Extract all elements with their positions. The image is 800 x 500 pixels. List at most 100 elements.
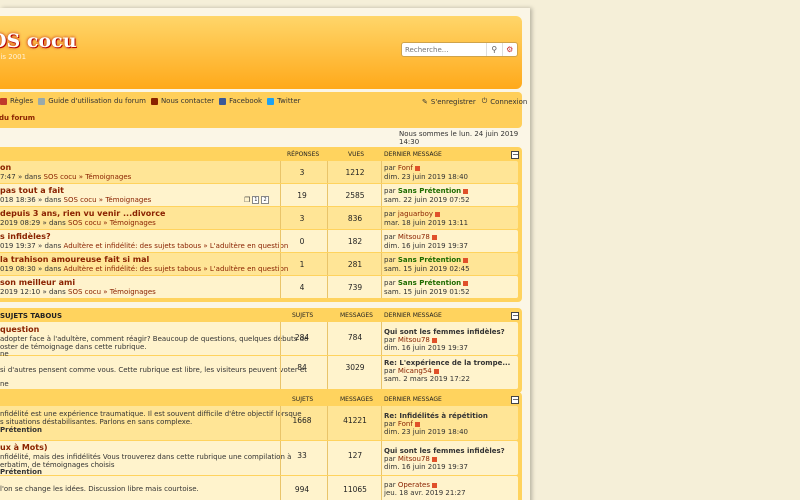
page-link[interactable]: 2: [261, 196, 269, 204]
site-header: OS cocu uis 2001 ⚲ ⚙: [0, 16, 522, 89]
topic-row[interactable]: pas tout a fait 018 18:36 » dans SOS coc…: [0, 184, 518, 206]
pages-icon: ❐: [244, 196, 251, 204]
last-post-user[interactable]: jaguarboy: [398, 210, 433, 218]
topic-desc-links[interactable]: Adultère et infidélité: des sujets tabou…: [64, 242, 289, 250]
goto-last-icon[interactable]: [463, 280, 469, 286]
topic-count: 994: [294, 485, 310, 494]
topic-title[interactable]: la trahison amoureuse fait si mal: [0, 255, 149, 264]
topic-title[interactable]: son meilleur ami: [0, 278, 75, 287]
advanced-search-icon[interactable]: ⚙: [501, 43, 518, 56]
last-post-user[interactable]: Fonf: [398, 420, 413, 428]
goto-last-icon[interactable]: [431, 234, 437, 240]
nav-guide[interactable]: Guide d'utilisation du forum: [38, 97, 146, 105]
topic-row[interactable]: depuis 3 ans, rien vu venir ...divorce 2…: [0, 207, 518, 229]
forum-moderator[interactable]: Prétention: [0, 426, 42, 434]
forum-title[interactable]: ux à Mots): [0, 443, 48, 452]
topic-title[interactable]: s infidèles?: [0, 232, 51, 241]
topic-desc-links[interactable]: SOS cocu » Témoignages: [68, 219, 156, 227]
site-title[interactable]: OS cocu: [0, 30, 77, 52]
last-post-user[interactable]: Micang54: [398, 367, 432, 375]
topic-title[interactable]: pas tout a fait: [0, 186, 64, 195]
nav-facebook-label: Facebook: [229, 97, 263, 105]
forum-row[interactable]: si d'autres pensent comme vous. Cette ru…: [0, 356, 518, 389]
last-post-user[interactable]: Sans Prétention: [398, 279, 461, 287]
topic-title[interactable]: on: [0, 163, 11, 172]
last-topic-title[interactable]: Qui sont les femmes infidèles?: [384, 447, 505, 455]
forum-title[interactable]: question: [0, 325, 39, 334]
forum-row[interactable]: ux à Mots) nfidélité, mais des infidélit…: [0, 441, 518, 476]
pagination: ❐ 1 2: [244, 196, 269, 204]
last-post-user[interactable]: Operates: [398, 481, 430, 489]
register-link[interactable]: ✎ S'enregistrer: [422, 97, 476, 106]
last-post-user[interactable]: Sans Prétention: [398, 256, 461, 264]
last-post-user[interactable]: Mitsou78: [398, 336, 430, 344]
column-divider: [280, 184, 281, 206]
goto-last-icon[interactable]: [433, 368, 439, 374]
breadcrumb[interactable]: du forum: [0, 114, 35, 122]
forum-row[interactable]: question adopter face à l'adultère, comm…: [0, 322, 518, 358]
collapse-icon[interactable]: −: [511, 312, 519, 320]
replies-header: RÉPONSES: [287, 151, 320, 158]
goto-last-icon[interactable]: [414, 421, 420, 427]
collapse-icon[interactable]: −: [511, 396, 519, 404]
last-topic-title[interactable]: Qui sont les femmes infidèles?: [384, 328, 505, 336]
last-post-author: par Sans Prétention: [384, 187, 469, 195]
goto-last-icon[interactable]: [414, 165, 420, 171]
topic-desc-links[interactable]: SOS cocu » Témoignages: [64, 196, 152, 204]
last-post-user[interactable]: Fonf: [398, 164, 413, 172]
forum-row[interactable]: l'on se change les idées. Discussion lib…: [0, 476, 518, 500]
column-divider: [280, 161, 281, 183]
last-topic-title[interactable]: Re: Infidélités à répétition: [384, 412, 488, 420]
topic-desc-links[interactable]: Adultère et infidélité: des sujets tabou…: [64, 265, 289, 273]
column-divider: [381, 406, 382, 440]
nav-twitter[interactable]: Twitter: [267, 97, 301, 105]
forum-row[interactable]: nfidélité est une expérience traumatique…: [0, 406, 518, 440]
goto-last-icon[interactable]: [431, 337, 437, 343]
topic-desc: 018 18:36 » dans SOS cocu » Témoignages: [0, 196, 151, 204]
column-divider: [327, 253, 328, 275]
search-icon[interactable]: ⚲: [486, 43, 502, 56]
last-post-user[interactable]: Mitsou78: [398, 455, 430, 463]
category-title[interactable]: SUJETS TABOUS: [0, 312, 62, 320]
last-topic-title[interactable]: Re: L'expérience de la trompe...: [384, 359, 510, 367]
topic-row[interactable]: son meilleur ami 2019 12:10 » dans SOS c…: [0, 276, 518, 298]
last-post-author: par Fonf: [384, 164, 420, 172]
last-post-author: par Micang54: [384, 367, 439, 375]
message-count: 3029: [345, 363, 365, 372]
topic-row[interactable]: s infidèles? 019 19:37 » dans Adultère e…: [0, 230, 518, 252]
nav-contact[interactable]: Nous contacter: [150, 97, 214, 105]
nav-facebook[interactable]: Facebook: [219, 97, 262, 105]
messages-col-header: MESSAGES: [340, 312, 373, 319]
last-post-author: par jaguarboy: [384, 210, 440, 218]
forum-moderator[interactable]: Prétention: [0, 468, 42, 476]
edit-icon: ✎: [422, 97, 428, 106]
last-post-date: dim. 23 juin 2019 18:40: [384, 428, 468, 436]
forum-moderator[interactable]: ne: [0, 380, 9, 388]
topic-title[interactable]: depuis 3 ans, rien vu venir ...divorce: [0, 209, 165, 218]
topic-desc-links[interactable]: SOS cocu » Témoignages: [68, 288, 156, 296]
goto-last-icon[interactable]: [431, 456, 437, 462]
reply-count: 3: [299, 214, 305, 223]
last-post-author: par Mitsou78: [384, 233, 437, 241]
last-post-author: par Fonf: [384, 420, 420, 428]
page-link[interactable]: 1: [252, 196, 260, 204]
view-count: 739: [347, 283, 363, 292]
last-post-header: DERNIER MESSAGE: [384, 151, 442, 158]
view-count: 1212: [345, 168, 365, 177]
topic-desc-text: 2019 08:29 » dans: [0, 219, 68, 227]
goto-last-icon[interactable]: [463, 257, 469, 263]
goto-last-icon[interactable]: [431, 482, 437, 488]
topic-row[interactable]: la trahison amoureuse fait si mal 019 08…: [0, 253, 518, 275]
last-post-date: sam. 22 juin 2019 07:52: [384, 196, 470, 204]
collapse-icon[interactable]: −: [511, 151, 519, 159]
login-link[interactable]: ⏻ Connexion: [482, 97, 528, 106]
last-post-user[interactable]: Sans Prétention: [398, 187, 461, 195]
topic-row[interactable]: on 7:47 » dans SOS cocu » Témoignages 3 …: [0, 161, 518, 183]
nav-rules[interactable]: Règles: [0, 97, 33, 105]
goto-last-icon[interactable]: [463, 188, 469, 194]
goto-last-icon[interactable]: [435, 211, 440, 217]
search-input[interactable]: [402, 43, 486, 56]
topic-desc-links[interactable]: SOS cocu » Témoignages: [44, 173, 132, 181]
forum-desc-link[interactable]: oster de témoignage dans cette rubrique.: [0, 343, 147, 351]
last-post-user[interactable]: Mitsou78: [398, 233, 430, 241]
